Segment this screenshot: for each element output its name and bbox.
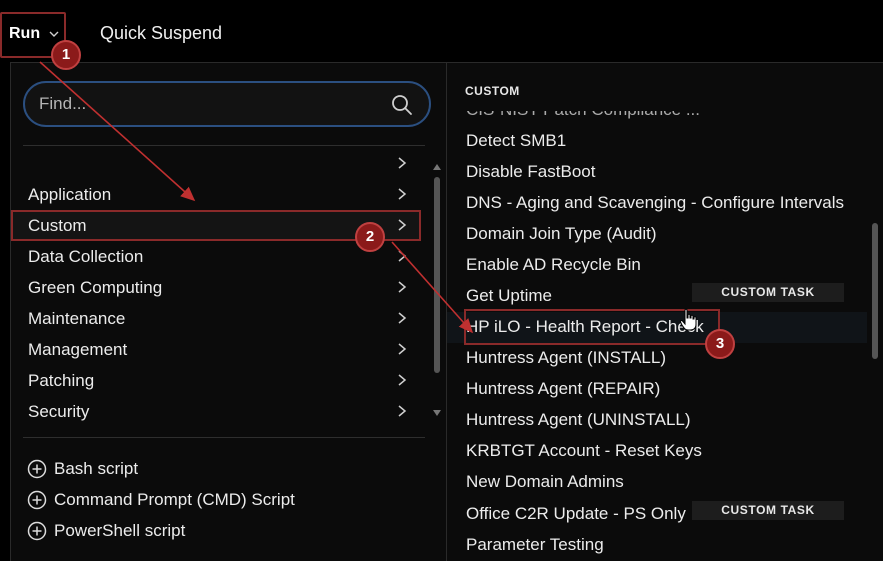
task-scrollbar[interactable] — [872, 223, 878, 359]
category-label: Patching — [28, 371, 95, 390]
task-item-office-c2r-update[interactable]: Office C2R Update - PS Only CUSTOM TASK — [447, 499, 867, 530]
chevron-right-icon — [398, 343, 407, 355]
callout-1: 1 — [51, 40, 81, 70]
search-box[interactable] — [23, 81, 431, 127]
category-item-maintenance[interactable]: Maintenance — [11, 303, 421, 334]
hand-pointer-icon — [679, 308, 697, 331]
task-label: Huntress Agent (REPAIR) — [466, 379, 661, 398]
task-label: DNS - Aging and Scavenging - Configure I… — [466, 193, 844, 212]
chevron-right-icon — [398, 374, 407, 386]
task-item-get-uptime[interactable]: Get Uptime CUSTOM TASK — [447, 281, 867, 312]
task-item-new-domain-admins[interactable]: New Domain Admins — [447, 467, 867, 498]
plus-circle-icon — [27, 459, 47, 479]
plus-circle-icon — [27, 521, 47, 541]
task-label: Huntress Agent (INSTALL) — [466, 348, 666, 367]
category-item[interactable] — [11, 155, 421, 179]
search-input[interactable] — [39, 93, 369, 115]
task-item-huntress-install[interactable]: Huntress Agent (INSTALL) — [447, 343, 867, 374]
chevron-right-icon — [398, 188, 407, 200]
task-label: Enable AD Recycle Bin — [466, 255, 641, 274]
callout-2: 2 — [355, 222, 385, 252]
task-item-enable-ad-recycle-bin[interactable]: Enable AD Recycle Bin — [447, 250, 867, 281]
category-item-patching[interactable]: Patching — [11, 365, 421, 396]
task-item-huntress-repair[interactable]: Huntress Agent (REPAIR) — [447, 374, 867, 405]
category-pane: Application Custom Data Collection Green… — [11, 63, 445, 561]
task-label: Office C2R Update - PS Only — [466, 504, 686, 523]
task-label: Get Uptime — [466, 286, 552, 305]
chevron-right-icon — [398, 312, 407, 324]
task-item-disable-fastboot[interactable]: Disable FastBoot — [447, 157, 867, 188]
category-label: Green Computing — [28, 278, 163, 297]
scroll-down-icon[interactable] — [432, 409, 442, 417]
custom-task-pane: CUSTOM CIS-NIST Patch Compliance ... Det… — [446, 63, 883, 561]
custom-task-badge: CUSTOM TASK — [692, 501, 844, 520]
run-button-label: Run — [9, 25, 41, 42]
top-bar: Run Quick Suspend — [0, 0, 883, 62]
chevron-right-icon — [398, 157, 407, 169]
custom-task-badge: CUSTOM TASK — [692, 283, 844, 302]
task-item-krbtgt-reset[interactable]: KRBTGT Account - Reset Keys — [447, 436, 867, 467]
chevron-right-icon — [398, 281, 407, 293]
search-icon[interactable] — [391, 94, 413, 116]
divider — [23, 437, 425, 438]
task-item[interactable]: CIS-NIST Patch Compliance ... — [447, 111, 867, 125]
add-bash-script[interactable]: Bash script — [27, 456, 407, 482]
chevron-down-icon — [49, 31, 59, 37]
category-label: Custom — [28, 216, 87, 235]
task-label: CIS-NIST Patch Compliance ... — [466, 111, 700, 120]
chevron-right-icon — [398, 250, 407, 262]
task-item-huntress-uninstall[interactable]: Huntress Agent (UNINSTALL) — [447, 405, 867, 436]
category-item-management[interactable]: Management — [11, 334, 421, 365]
scroll-up-icon[interactable] — [432, 163, 442, 171]
category-item-application[interactable]: Application — [11, 179, 421, 210]
run-dropdown-menu: Application Custom Data Collection Green… — [10, 62, 883, 561]
task-label: KRBTGT Account - Reset Keys — [466, 441, 702, 460]
task-item-domain-join-type[interactable]: Domain Join Type (Audit) — [447, 219, 867, 250]
add-powershell-script[interactable]: PowerShell script — [27, 518, 407, 544]
task-label: Disable FastBoot — [466, 162, 596, 181]
task-label: Parameter Testing — [466, 535, 604, 554]
divider — [23, 145, 425, 146]
category-scrollbar[interactable] — [434, 177, 440, 373]
category-item-green-computing[interactable]: Green Computing — [11, 272, 421, 303]
category-label: Maintenance — [28, 309, 126, 328]
task-label: New Domain Admins — [466, 472, 624, 491]
add-cmd-script[interactable]: Command Prompt (CMD) Script — [27, 487, 407, 513]
task-label: Domain Join Type (Audit) — [466, 224, 657, 243]
task-item-parameter-testing[interactable]: Parameter Testing — [447, 530, 867, 561]
add-script-label: Bash script — [54, 459, 139, 478]
section-header: CUSTOM — [465, 84, 520, 98]
task-item-detect-smb1[interactable]: Detect SMB1 — [447, 126, 867, 157]
category-label: Data Collection — [28, 247, 144, 266]
task-label: Huntress Agent (UNINSTALL) — [466, 410, 691, 429]
category-item-security[interactable]: Security — [11, 396, 421, 425]
quick-suspend-button[interactable]: Quick Suspend — [100, 23, 222, 44]
chevron-right-icon — [398, 219, 407, 231]
task-item-dns-aging[interactable]: DNS - Aging and Scavenging - Configure I… — [447, 188, 867, 219]
plus-circle-icon — [27, 490, 47, 510]
add-script-label: Command Prompt (CMD) Script — [54, 490, 295, 509]
category-label: Security — [28, 402, 90, 421]
add-script-label: PowerShell script — [54, 521, 186, 540]
chevron-right-icon — [398, 405, 407, 417]
category-list: Application Custom Data Collection Green… — [11, 155, 431, 425]
callout-3: 3 — [705, 329, 735, 359]
category-label: Application — [28, 185, 112, 204]
category-label: Management — [28, 340, 128, 359]
task-label: Detect SMB1 — [466, 131, 567, 150]
